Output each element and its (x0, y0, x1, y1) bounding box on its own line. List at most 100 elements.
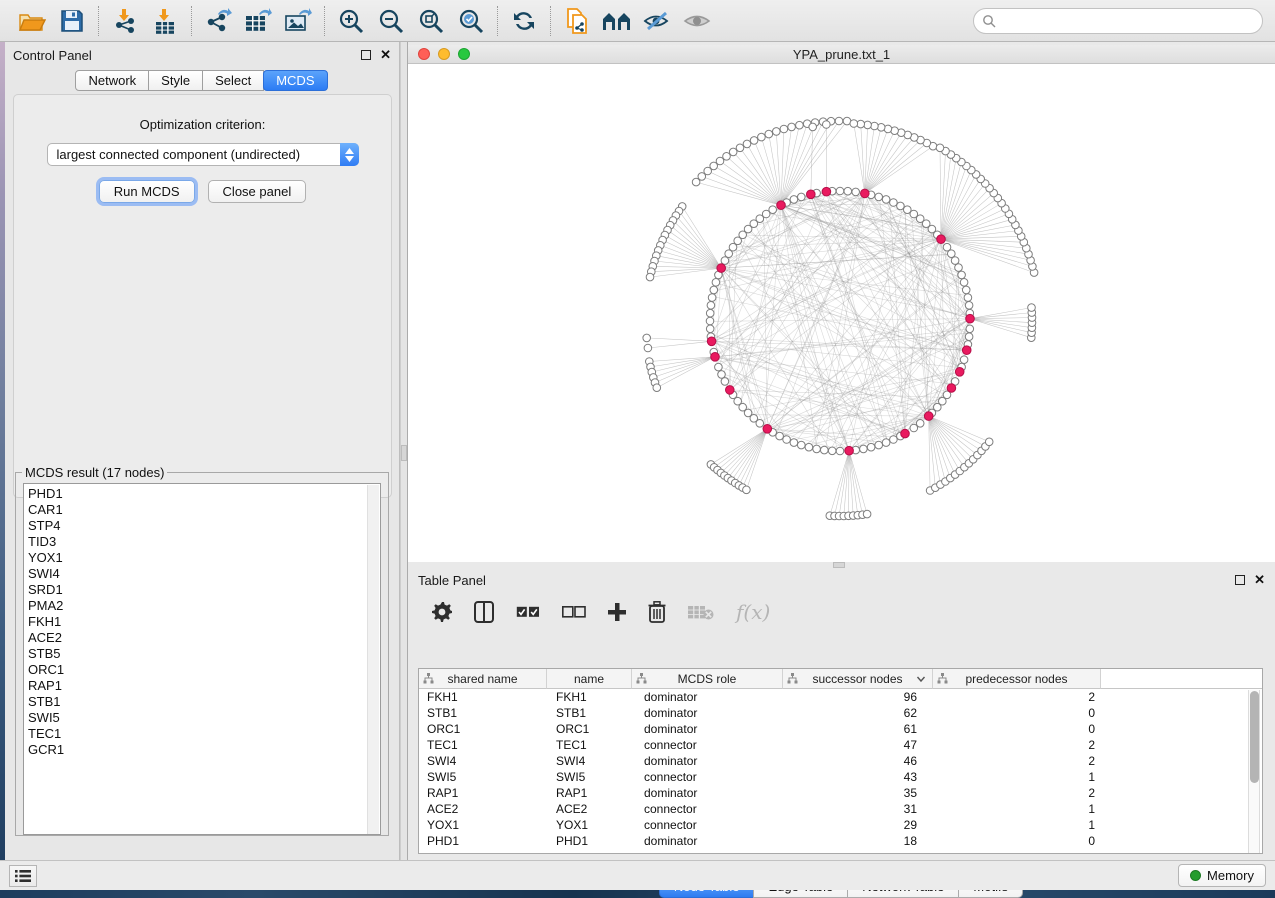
result-node-item[interactable]: ACE2 (28, 630, 380, 646)
run-mcds-button[interactable]: Run MCDS (99, 180, 195, 203)
deselect-all-button[interactable] (562, 606, 586, 618)
table-cell: ACE2 (547, 801, 632, 817)
export-table-button[interactable] (238, 4, 278, 38)
result-node-item[interactable]: CAR1 (28, 502, 380, 518)
table-settings-button[interactable] (432, 602, 452, 622)
table-row[interactable]: ORC1ORC1dominator610 (419, 721, 1262, 737)
table-row[interactable]: PHD1PHD1dominator180 (419, 833, 1262, 849)
zoom-out-button[interactable] (371, 4, 411, 38)
result-node-item[interactable]: ORC1 (28, 662, 380, 678)
namespace-tree-icon (423, 673, 434, 684)
control-panel-tabs: Network Style Select MCDS (5, 70, 399, 91)
table-cell-filler (1101, 801, 1262, 817)
table-row[interactable]: SWI5SWI5connector431 (419, 769, 1262, 785)
add-column-button[interactable] (608, 603, 626, 621)
table-cell-filler (1101, 705, 1262, 721)
eye-icon (683, 9, 711, 33)
table-cell: 1 (933, 769, 1101, 785)
function-builder-button-disabled: f(x) (736, 600, 770, 624)
result-node-item[interactable]: FKH1 (28, 614, 380, 630)
column-header-name[interactable]: name (547, 669, 632, 689)
result-node-item[interactable]: SWI5 (28, 710, 380, 726)
result-node-item[interactable]: YOX1 (28, 550, 380, 566)
result-node-item[interactable]: SWI4 (28, 566, 380, 582)
memory-button[interactable]: Memory (1178, 864, 1266, 887)
table-cell: ACE2 (419, 801, 547, 817)
open-file-button[interactable] (12, 4, 52, 38)
tab-style[interactable]: Style (148, 70, 203, 91)
column-header-predecessor-nodes[interactable]: predecessor nodes (933, 669, 1101, 689)
copy-network-button[interactable] (557, 4, 597, 38)
save-session-button[interactable] (52, 4, 92, 38)
result-node-item[interactable]: STP4 (28, 518, 380, 534)
close-panel-icon[interactable]: ✕ (380, 50, 391, 60)
table-row[interactable]: RAP1RAP1dominator352 (419, 785, 1262, 801)
table-row[interactable]: TEC1TEC1connector472 (419, 737, 1262, 753)
float-panel-icon[interactable] (361, 50, 371, 60)
optimization-criterion-dropdown[interactable]: largest connected component (undirected) (47, 143, 359, 166)
table-cell: connector (632, 737, 783, 753)
sort-descending-icon (916, 674, 926, 684)
table-row[interactable]: YOX1YOX1connector291 (419, 817, 1262, 833)
vertical-splitter[interactable] (400, 42, 408, 860)
export-image-button[interactable] (278, 4, 318, 38)
refresh-layout-button[interactable] (504, 4, 544, 38)
result-node-item[interactable]: STB5 (28, 646, 380, 662)
deselect-all-icon (562, 606, 586, 618)
column-header-shared-name[interactable]: shared name (419, 669, 547, 689)
tab-mcds[interactable]: MCDS (263, 70, 327, 91)
table-cell-filler (1101, 769, 1262, 785)
result-node-item[interactable]: PHD1 (28, 486, 380, 502)
zoom-in-button[interactable] (331, 4, 371, 38)
plus-icon (608, 603, 626, 621)
search-field-wrap (973, 8, 1263, 34)
delete-table-icon (688, 604, 714, 620)
mcds-tab-content: Optimization criterion: largest connecte… (13, 94, 392, 498)
result-node-item[interactable]: TID3 (28, 534, 380, 550)
import-table-button[interactable] (145, 4, 185, 38)
show-columns-button[interactable] (474, 601, 494, 623)
task-history-button[interactable] (9, 865, 37, 887)
zoom-selected-button[interactable] (451, 4, 491, 38)
table-row[interactable]: STB1STB1dominator620 (419, 705, 1262, 721)
table-row[interactable]: FKH1FKH1dominator962 (419, 689, 1262, 705)
column-header-mcds-role[interactable]: MCDS role (632, 669, 783, 689)
close-panel-button[interactable]: Close panel (208, 180, 307, 203)
result-node-item[interactable]: PMA2 (28, 598, 380, 614)
delete-column-button[interactable] (648, 601, 666, 623)
float-panel-icon[interactable] (1235, 575, 1245, 585)
hide-selected-button[interactable] (637, 4, 677, 38)
result-node-item[interactable]: SRD1 (28, 582, 380, 598)
column-header-successor-nodes[interactable]: successor nodes (783, 669, 933, 689)
table-cell: connector (632, 817, 783, 833)
import-network-icon (112, 8, 138, 34)
table-scrollbar[interactable] (1248, 690, 1260, 853)
search-input[interactable] (973, 8, 1263, 34)
result-node-item[interactable]: GCR1 (28, 742, 380, 758)
tab-network[interactable]: Network (75, 70, 149, 91)
select-all-icon (516, 606, 540, 618)
import-network-button[interactable] (105, 4, 145, 38)
select-all-button[interactable] (516, 606, 540, 618)
table-row[interactable]: SWI4SWI4dominator462 (419, 753, 1262, 769)
table-cell: 0 (933, 833, 1101, 849)
splitter-grip[interactable] (401, 445, 407, 461)
network-and-table-area: YPA_prune.txt_1 Table Panel ✕ (408, 42, 1275, 860)
table-scrollbar-thumb[interactable] (1250, 691, 1259, 783)
show-all-button[interactable] (677, 4, 717, 38)
zoom-fit-button[interactable] (411, 4, 451, 38)
close-panel-icon[interactable]: ✕ (1254, 575, 1265, 585)
first-neighbors-button[interactable] (597, 4, 637, 38)
column-label: successor nodes (812, 672, 902, 686)
table-row[interactable]: ACE2ACE2connector311 (419, 801, 1262, 817)
result-node-item[interactable]: STB1 (28, 694, 380, 710)
export-network-button[interactable] (198, 4, 238, 38)
result-node-item[interactable]: TEC1 (28, 726, 380, 742)
table-panel-header: Table Panel ✕ (408, 568, 1275, 592)
result-scrollbar[interactable] (367, 485, 379, 835)
tab-select[interactable]: Select (202, 70, 264, 91)
column-label: name (574, 672, 604, 686)
node-table-header: shared name name MCDS role (419, 669, 1262, 689)
result-node-item[interactable]: RAP1 (28, 678, 380, 694)
network-view-canvas[interactable] (408, 64, 1275, 562)
